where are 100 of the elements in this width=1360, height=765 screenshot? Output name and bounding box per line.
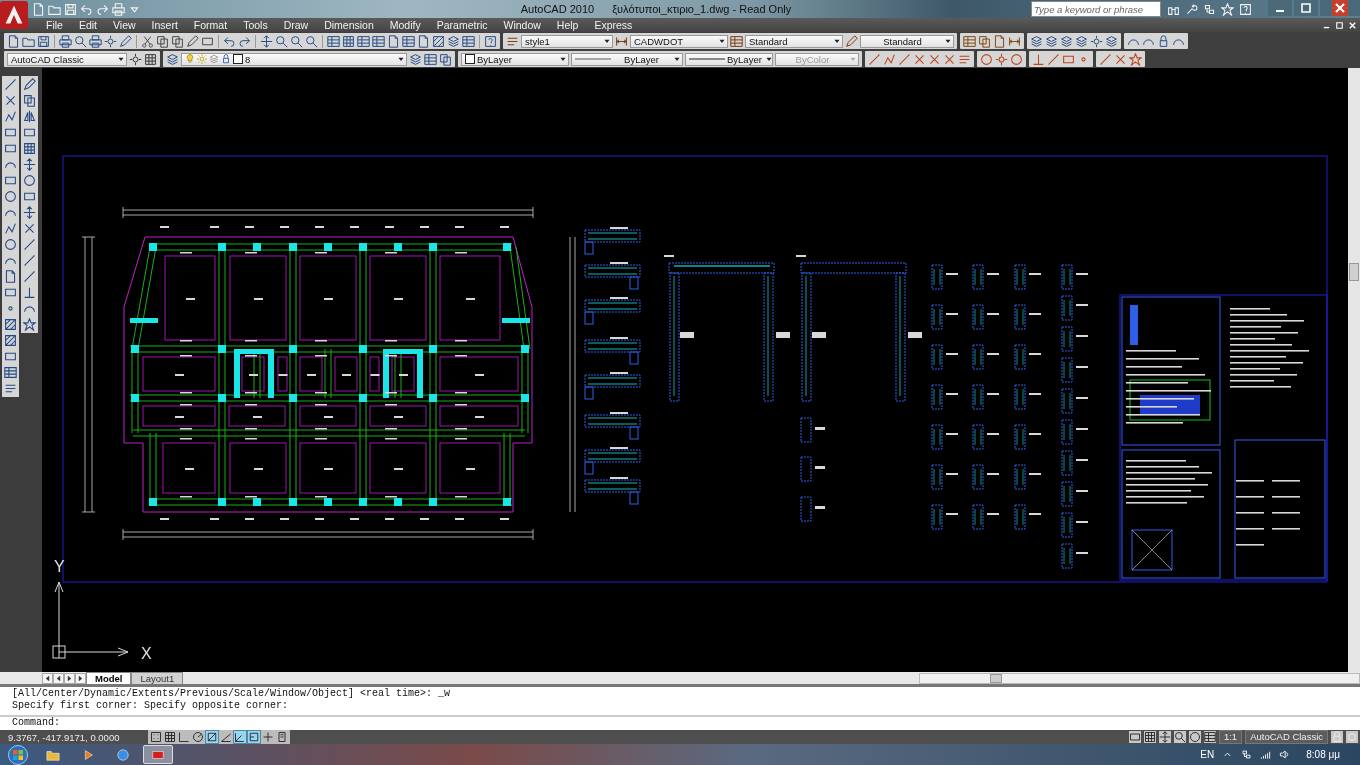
menu-item[interactable]: Draw (275, 19, 317, 31)
rectangle-icon[interactable] (4, 126, 17, 139)
polyline-icon[interactable] (883, 52, 896, 66)
layout-tab[interactable]: Model (86, 672, 132, 684)
clock[interactable]: 8:08 μμ (1306, 749, 1340, 760)
pencil-icon[interactable] (845, 34, 858, 48)
zoom-icon[interactable] (290, 34, 303, 48)
x-mark-icon[interactable] (1114, 52, 1127, 66)
minimize-icon[interactable] (1268, 0, 1292, 16)
text-style-dropdown[interactable]: style1 (521, 34, 613, 48)
document-icon[interactable] (387, 34, 400, 48)
layers-icon[interactable] (1105, 34, 1118, 48)
x-mark-icon[interactable] (928, 52, 941, 66)
menu-item[interactable]: Format (185, 19, 236, 31)
printer-icon[interactable] (89, 34, 102, 48)
document-icon[interactable] (417, 34, 430, 48)
app-logo-icon[interactable] (0, 0, 28, 30)
rectangle-icon[interactable] (23, 190, 36, 203)
document-icon[interactable] (993, 34, 1006, 48)
close-icon[interactable] (1320, 0, 1360, 16)
multileader-style-dropdown[interactable]: Standard (860, 34, 954, 48)
tab-scroll-icon[interactable] (75, 672, 86, 684)
table-icon[interactable] (402, 34, 415, 48)
layers-icon[interactable] (1075, 34, 1088, 48)
hatch-icon[interactable] (4, 318, 17, 331)
star-icon[interactable] (1129, 52, 1142, 66)
dimension-icon[interactable] (615, 34, 628, 48)
dimension-style-dropdown[interactable]: CADWDOT (630, 34, 728, 48)
scissors-icon[interactable] (141, 34, 154, 48)
printer-icon[interactable] (59, 34, 72, 48)
copy-icon[interactable] (156, 34, 169, 48)
grid-icon[interactable] (1143, 731, 1156, 743)
table-icon[interactable] (963, 34, 976, 48)
layers-icon[interactable] (1045, 34, 1058, 48)
maximize-icon[interactable] (1294, 0, 1318, 16)
polar-toggle[interactable] (192, 731, 204, 743)
lineweight-dropdown[interactable]: ByLayer (685, 52, 773, 66)
polyline-icon[interactable] (4, 110, 17, 123)
redo-icon[interactable] (238, 34, 251, 48)
line-icon[interactable] (868, 52, 881, 66)
taskbar-button[interactable] (143, 745, 173, 764)
table-icon[interactable] (424, 52, 437, 66)
zoom-icon[interactable] (275, 34, 288, 48)
menu-item[interactable]: Help (548, 19, 587, 31)
x-mark-icon[interactable] (943, 52, 956, 66)
menu-item[interactable]: Modify (381, 19, 429, 31)
maximize-icon[interactable] (1334, 19, 1345, 31)
layers-icon[interactable] (1060, 34, 1073, 48)
hatch-icon[interactable] (4, 334, 17, 347)
line-icon[interactable] (1099, 52, 1112, 66)
line-icon[interactable] (1047, 52, 1060, 66)
dimension-icon[interactable] (1008, 34, 1021, 48)
line-icon[interactable] (23, 254, 36, 267)
polyline-icon[interactable] (4, 222, 17, 235)
document-icon[interactable] (7, 34, 20, 48)
tab-scroll-icon[interactable] (42, 672, 53, 684)
horizontal-scrollbar[interactable] (919, 672, 1360, 684)
rectangle-icon[interactable] (4, 286, 17, 299)
vertical-scrollbar[interactable] (1348, 68, 1360, 672)
workspace-dropdown[interactable]: AutoCAD Classic (7, 52, 127, 66)
copy-icon[interactable] (23, 94, 36, 107)
layers-icon[interactable] (1030, 34, 1043, 48)
grid-icon[interactable] (144, 52, 157, 66)
lwt-toggle[interactable] (262, 731, 274, 743)
menu-item[interactable]: View (105, 19, 144, 31)
search-field[interactable]: Type a keyword or phrase (1031, 1, 1161, 17)
copy-icon[interactable] (171, 34, 184, 48)
rectangle-icon[interactable] (1128, 731, 1141, 743)
grid-icon[interactable] (23, 142, 36, 155)
color-dropdown[interactable]: ByLayer (461, 52, 569, 66)
circle-icon[interactable] (1188, 731, 1201, 743)
grid-icon[interactable] (342, 34, 355, 48)
star-icon[interactable] (23, 318, 36, 331)
workspace-switch-button[interactable]: AutoCAD Classic (1245, 730, 1328, 744)
perpendicular-icon[interactable] (1032, 52, 1045, 66)
start-button[interactable] (8, 744, 28, 765)
menu-item[interactable]: Parametric (428, 19, 496, 31)
rectangle-icon[interactable] (4, 350, 17, 363)
move-arrows-icon[interactable] (1158, 731, 1171, 743)
zoom-icon[interactable] (305, 34, 318, 48)
volume-icon[interactable] (1279, 749, 1291, 760)
network-icon[interactable] (1203, 2, 1216, 16)
redo-icon[interactable] (96, 2, 109, 16)
menu-item[interactable]: Window (495, 19, 549, 31)
qp-toggle[interactable] (276, 731, 288, 743)
save-icon[interactable] (37, 34, 50, 48)
menu-item[interactable]: Tools (235, 19, 276, 31)
lock-icon[interactable] (1157, 34, 1170, 48)
ducs-toggle[interactable] (234, 731, 246, 743)
language-indicator[interactable]: EN (1200, 749, 1215, 760)
copy-icon[interactable] (978, 34, 991, 48)
table-icon[interactable] (4, 366, 17, 379)
rectangle-icon[interactable] (4, 174, 17, 187)
table-icon[interactable] (357, 34, 370, 48)
menu-item[interactable]: Edit (70, 19, 105, 31)
snap-toggle[interactable] (150, 731, 162, 743)
layers-icon[interactable] (447, 34, 460, 48)
table-icon[interactable] (462, 34, 475, 48)
x-mark-icon[interactable] (23, 222, 36, 235)
table-icon[interactable] (1203, 731, 1216, 743)
